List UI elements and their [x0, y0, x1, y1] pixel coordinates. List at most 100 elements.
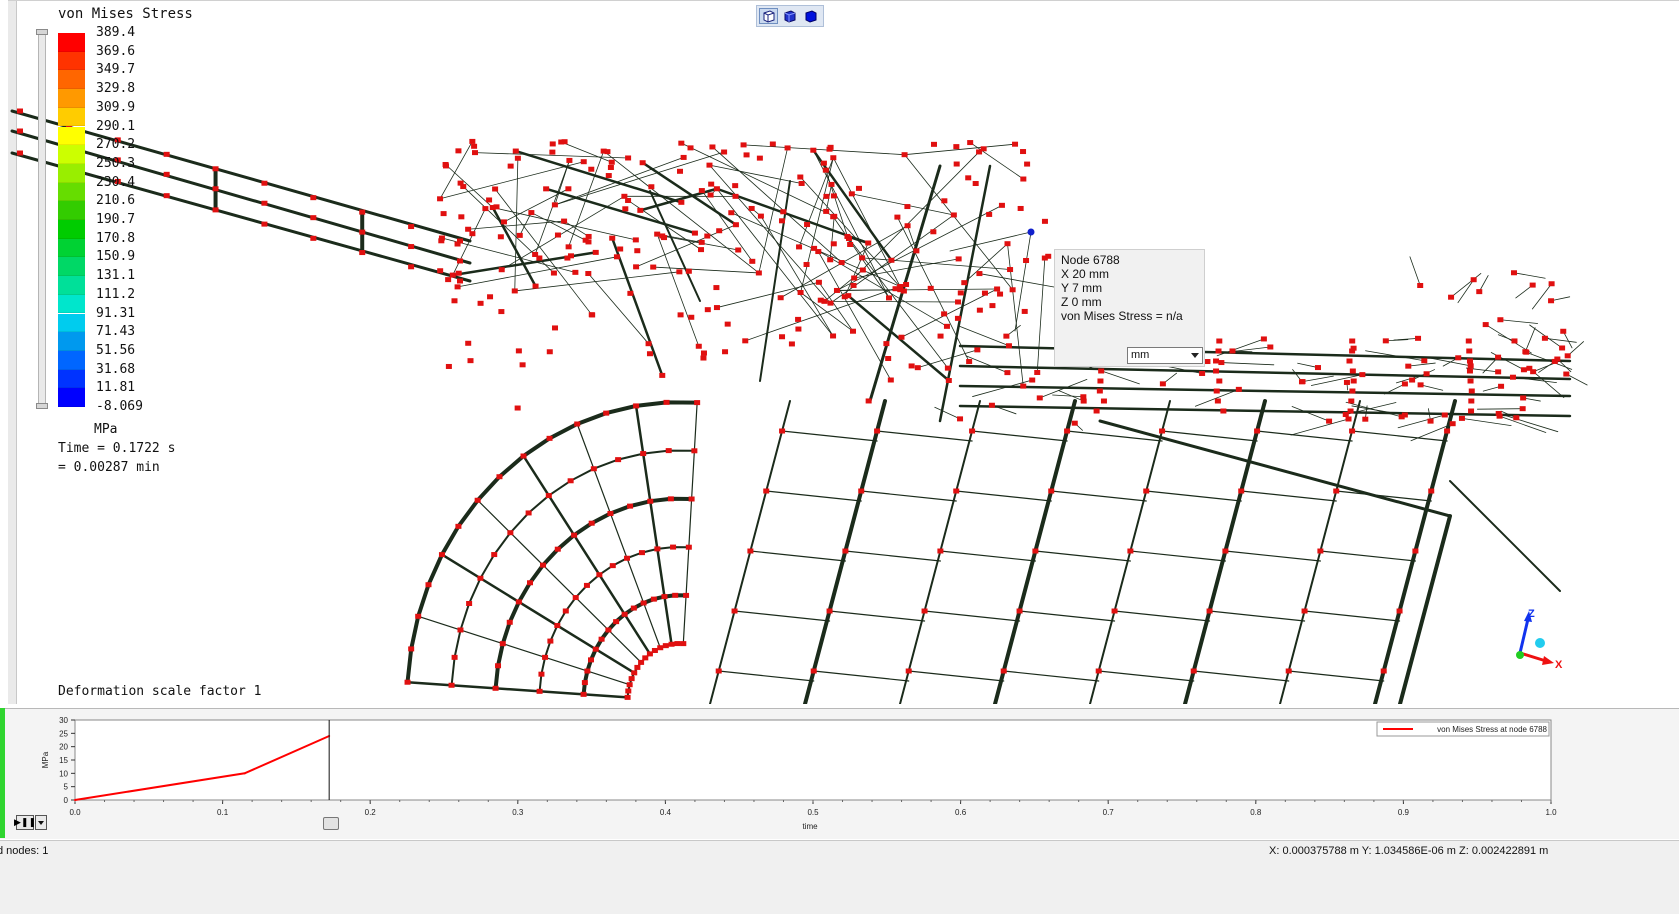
legend-value-label: 389.4 [96, 26, 135, 40]
legend-swatch [58, 388, 85, 407]
unit-dropdown[interactable]: mm [1127, 347, 1203, 364]
legend-value-label: 210.6 [96, 194, 135, 208]
legend-value-label: 91.31 [96, 307, 135, 321]
legend-range-slider[interactable] [38, 29, 46, 409]
status-selected-nodes: d nodes: 1 [0, 845, 48, 857]
legend-value-label: 309.9 [96, 101, 135, 115]
view-toolbar [756, 5, 824, 27]
plot-xlabel: time [802, 822, 818, 831]
legend-swatch [58, 201, 85, 220]
tooltip-x: X 20 mm [1061, 267, 1198, 281]
legend-swatch [58, 183, 85, 202]
iso-view-button[interactable] [759, 8, 778, 24]
x-tick-label: 0.6 [955, 808, 967, 817]
play-pause-button[interactable]: ▶❚❚ [16, 815, 34, 830]
legend-swatch [58, 164, 85, 183]
playback-options-dropdown[interactable] [35, 815, 47, 830]
legend-swatch [58, 220, 85, 239]
axis-triad: Z X [1498, 601, 1568, 676]
legend-units: MPa [94, 422, 117, 437]
y-tick-label: 20 [59, 743, 68, 752]
y-tick-label: 5 [64, 783, 69, 792]
legend-swatch [58, 108, 85, 127]
x-tick-label: 0.8 [1250, 808, 1262, 817]
time-slider-handle[interactable] [323, 817, 339, 830]
x-tick-label: 0.7 [1103, 808, 1115, 817]
legend-swatch [58, 295, 85, 314]
legend-value-label: 11.81 [96, 381, 135, 395]
x-tick-label: 0.5 [807, 808, 819, 817]
legend-value-label: 71.43 [96, 325, 135, 339]
series-point [244, 772, 246, 774]
front-view-icon [783, 9, 797, 23]
status-bar: d nodes: 1 X: 0.000375788 m Y: 1.034586E… [0, 840, 1679, 914]
legend-swatch [58, 127, 85, 146]
unit-dropdown-value: mm [1131, 349, 1149, 361]
y-tick-label: 10 [59, 769, 68, 778]
plot-area [75, 720, 1551, 800]
play-pause-icon: ▶❚❚ [14, 818, 36, 828]
solid-view-button[interactable] [801, 8, 820, 24]
x-tick-label: 0.2 [365, 808, 377, 817]
legend-swatch [58, 332, 85, 351]
x-tick-label: 0.9 [1398, 808, 1410, 817]
deformation-scale-label: Deformation scale factor 1 [58, 684, 262, 699]
legend-time-seconds: Time = 0.1722 s [58, 441, 175, 456]
tooltip-node: Node 6788 [1061, 253, 1198, 267]
legend-value-label: 190.7 [96, 213, 135, 227]
plot-legend-label: von Mises Stress at node 6788 [1437, 725, 1547, 734]
y-tick-label: 30 [59, 716, 68, 725]
iso-view-icon [762, 9, 776, 23]
legend-value-label: 290.1 [96, 120, 135, 134]
legend-value-label: 369.6 [96, 45, 135, 59]
legend-swatch [58, 52, 85, 71]
legend-value-label: 51.56 [96, 344, 135, 358]
legend-value-label: -8.069 [96, 400, 143, 414]
y-tick-label: 0 [64, 796, 69, 805]
legend-swatch [58, 351, 85, 370]
tooltip-stress: von Mises Stress = n/a [1061, 309, 1198, 323]
series-point [74, 799, 76, 801]
active-panel-indicator [0, 708, 5, 838]
legend-value-label: 111.2 [96, 288, 135, 302]
legend-swatch [58, 145, 85, 164]
triad-x-label: X [1555, 659, 1563, 671]
history-plot[interactable]: 0.0 0.1 0.2 0.3 0.4 0.5 0.6 0.7 0.8 0.9 1.0 0 5 10 15 2… [10, 716, 1560, 834]
status-cursor-coordinates: X: 0.000375788 m Y: 1.034586E-06 m Z: 0.… [1269, 845, 1548, 857]
legend-swatch [58, 276, 85, 295]
tooltip-y: Y 7 mm [1061, 281, 1198, 295]
plot-ylabel: MPa [41, 751, 50, 768]
legend-swatch [58, 314, 85, 333]
legend-value-label: 170.8 [96, 232, 135, 246]
node-info-tooltip: Node 6788 X 20 mm Y 7 mm Z 0 mm von Mise… [1054, 249, 1205, 367]
x-tick-label: 0.1 [217, 808, 229, 817]
solid-view-icon [804, 9, 818, 23]
legend-slider-bottom-handle[interactable] [36, 403, 48, 409]
legend-value-label: 329.8 [96, 82, 135, 96]
legend-swatch [58, 239, 85, 258]
legend-swatch [58, 257, 85, 276]
mesh-beam-elements [12, 111, 1570, 704]
selected-node-marker[interactable] [1028, 229, 1035, 236]
tooltip-z: Z 0 mm [1061, 295, 1198, 309]
fea-mesh[interactable] [8, 1, 1679, 704]
legend-value-label: 250.3 [96, 157, 135, 171]
legend-value-label: 31.68 [96, 363, 135, 377]
legend-time-minutes: = 0.00287 min [58, 460, 160, 475]
legend-value-label: 131.1 [96, 269, 135, 283]
front-view-button[interactable] [780, 8, 799, 24]
y-tick-label: 15 [59, 756, 68, 765]
x-tick-label: 1.0 [1545, 808, 1557, 817]
legend-value-label: 349.7 [96, 63, 135, 77]
x-tick-label: 0.4 [660, 808, 672, 817]
legend-swatch [58, 89, 85, 108]
legend-color-bar [58, 33, 85, 407]
model-viewport[interactable]: von Mises Stress 389.4 369.6 349.7 329.8 309… [8, 0, 1679, 704]
x-tick-label: 0.0 [69, 808, 81, 817]
legend-title: von Mises Stress [58, 6, 193, 22]
y-tick-label: 25 [59, 729, 68, 738]
legend-value-label: 230.4 [96, 176, 135, 190]
legend-swatch [58, 70, 85, 89]
x-tick-label: 0.3 [512, 808, 524, 817]
legend-slider-top-handle[interactable] [36, 29, 48, 35]
